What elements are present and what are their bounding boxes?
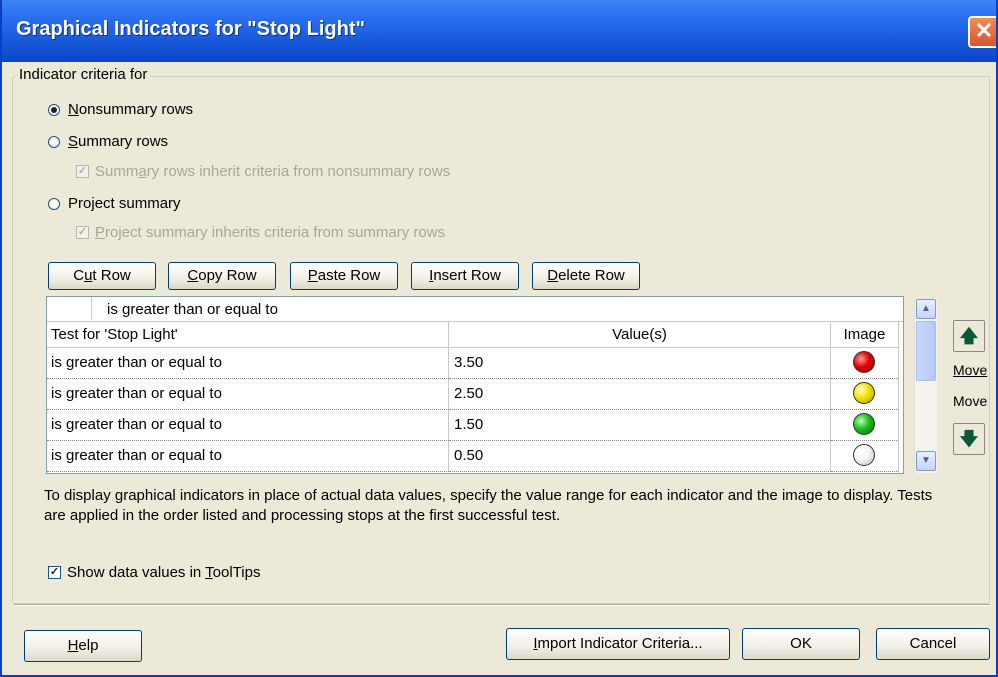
scroll-thumb[interactable] xyxy=(916,321,936,381)
checkbox-summary-inherit-box[interactable]: ✓ xyxy=(76,165,89,178)
table-row-1-value[interactable]: 3.50 xyxy=(449,348,831,379)
checkbox-summary-inherit-label: Summary rows inherit criteria from nonsu… xyxy=(95,163,451,180)
radio-nonsummary-indicator[interactable] xyxy=(48,103,60,116)
radio-project-summary[interactable]: Project summary xyxy=(48,195,181,212)
indicator-criteria-legend: Indicator criteria for xyxy=(16,66,151,83)
table-row-2-image-cell[interactable] xyxy=(831,379,899,410)
table-row-1-image-cell[interactable] xyxy=(831,348,899,379)
checkbox-project-inherit-label: Project summary inherits criteria from s… xyxy=(95,224,446,241)
title-bar[interactable]: Graphical Indicators for "Stop Light" ✕ xyxy=(2,0,996,62)
paste-row-button[interactable]: Paste Row xyxy=(290,262,398,290)
radio-project-summary-label: Project summary xyxy=(68,195,181,212)
red-ball-icon xyxy=(853,351,875,373)
checkbox-show-tooltips-box[interactable]: ✓ xyxy=(48,566,61,579)
radio-nonsummary-label: Nonsummary rows xyxy=(68,101,194,118)
arrow-up-icon: 🡅 xyxy=(959,326,979,346)
move-down-button[interactable]: 🡇 xyxy=(953,423,985,455)
cut-row-button[interactable]: Cut Row xyxy=(48,262,156,290)
table-row-2-test[interactable]: is greater than or equal to xyxy=(47,379,449,410)
table-row-1-test[interactable]: is greater than or equal to xyxy=(47,348,449,379)
copy-row-button[interactable]: Copy Row xyxy=(168,262,276,290)
arrow-down-icon: 🡇 xyxy=(959,429,979,449)
move-up-button[interactable]: 🡅 xyxy=(953,320,985,352)
import-indicator-criteria-button[interactable]: Import Indicator Criteria... xyxy=(506,628,730,660)
header-image[interactable]: Image xyxy=(831,322,899,348)
cancel-button[interactable]: Cancel xyxy=(876,628,990,660)
grid-edit-cell-indicator xyxy=(47,297,92,320)
delete-row-button[interactable]: Delete Row xyxy=(532,262,640,290)
move-down-label: Move xyxy=(953,393,988,409)
grid-vertical-scrollbar[interactable]: ▲ ▼ xyxy=(914,299,937,473)
header-value[interactable]: Value(s) xyxy=(449,322,831,348)
ok-button[interactable]: OK xyxy=(742,628,860,660)
close-button[interactable]: ✕ xyxy=(968,16,996,48)
radio-summary-label: Summary rows xyxy=(68,133,169,150)
radio-project-summary-indicator[interactable] xyxy=(48,197,60,210)
table-row-3-test[interactable]: is greater than or equal to xyxy=(47,410,449,441)
green-ball-icon xyxy=(853,413,875,435)
insert-row-button[interactable]: Insert Row xyxy=(411,262,519,290)
table-row-4-image-cell[interactable] xyxy=(831,441,899,472)
checkbox-show-tooltips-label: Show data values in ToolTips xyxy=(67,564,261,581)
checkbox-project-inherit-box[interactable]: ✓ xyxy=(76,226,89,239)
table-row-4-value[interactable]: 0.50 xyxy=(449,441,831,472)
table-row-4-test[interactable]: is greater than or equal to xyxy=(47,441,449,472)
move-up-label: Move xyxy=(953,362,988,378)
close-icon: ✕ xyxy=(974,18,994,43)
scroll-up-button[interactable]: ▲ xyxy=(916,299,936,319)
footer-separator xyxy=(14,604,990,606)
yellow-ball-icon xyxy=(853,382,875,404)
checkbox-project-inherit[interactable]: ✓ Project summary inherits criteria from… xyxy=(76,224,445,241)
instructions-text: To display graphical indicators in place… xyxy=(44,487,933,524)
help-button[interactable]: Help xyxy=(24,630,142,662)
table-row-2-value[interactable]: 2.50 xyxy=(449,379,831,410)
grid-edit-value[interactable]: is greater than or equal to xyxy=(107,301,278,318)
table-row-3-value[interactable]: 1.50 xyxy=(449,410,831,441)
scroll-down-button[interactable]: ▼ xyxy=(916,451,936,471)
radio-summary-indicator[interactable] xyxy=(48,135,60,148)
graphical-indicators-dialog: Graphical Indicators for "Stop Light" ✕ … xyxy=(0,0,998,677)
checkbox-show-tooltips[interactable]: ✓ Show data values in ToolTips xyxy=(48,564,260,581)
white-ball-icon xyxy=(853,444,875,466)
criteria-grid: is greater than or equal to Test for 'St… xyxy=(46,296,904,474)
checkbox-summary-inherit[interactable]: ✓ Summary rows inherit criteria from non… xyxy=(76,163,450,180)
radio-nonsummary-rows[interactable]: Nonsummary rows xyxy=(48,101,193,118)
radio-summary-rows[interactable]: Summary rows xyxy=(48,133,168,150)
dialog-title: Graphical Indicators for "Stop Light" xyxy=(16,18,365,40)
grid-edit-bar[interactable]: is greater than or equal to xyxy=(47,297,903,322)
table-row-3-image-cell[interactable] xyxy=(831,410,899,441)
header-test[interactable]: Test for 'Stop Light' xyxy=(47,322,449,348)
